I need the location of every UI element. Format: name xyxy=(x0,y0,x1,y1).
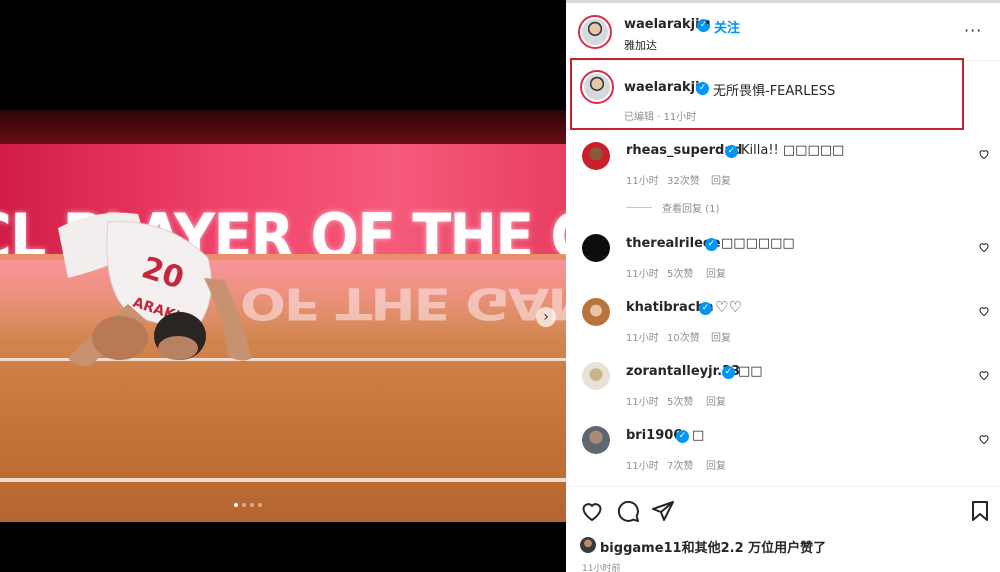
arena-stands xyxy=(0,110,566,144)
more-options-icon[interactable]: ··· xyxy=(964,21,982,40)
commenter-avatar[interactable] xyxy=(582,234,610,262)
view-replies-button[interactable]: 查看回复 (1) xyxy=(626,200,719,215)
comment-reply-button[interactable]: 回复 xyxy=(706,393,726,408)
verified-badge-icon: ✓ xyxy=(676,430,689,443)
caption-username[interactable]: waelarakji xyxy=(624,80,700,95)
comment-likes[interactable]: 10次赞 xyxy=(667,329,700,344)
comment-like-heart-icon[interactable] xyxy=(978,433,990,445)
comment-reply-button[interactable]: 回复 xyxy=(711,329,731,344)
commenter-avatar[interactable] xyxy=(582,426,610,454)
player-figure: 20 ARAKJI xyxy=(58,212,252,367)
caption-text: 无所畏惧-FEARLESS xyxy=(713,84,836,99)
post-photo[interactable]: CL PLAYER OF THE GAME OF THE GAME 20 ARA… xyxy=(0,110,566,522)
follow-button[interactable]: 关注 xyxy=(714,17,740,36)
comment-like-heart-icon[interactable] xyxy=(978,369,990,381)
comment-like-heart-icon[interactable] xyxy=(978,305,990,317)
comment-text: ♡♡ xyxy=(715,298,742,316)
view-replies-label: 查看回复 (1) xyxy=(662,204,720,215)
comment-likes[interactable]: 5次赞 xyxy=(667,393,693,408)
caption-highlight: waelarakji ✓ 无所畏惧-FEARLESS 已编辑 · 11小时 xyxy=(570,58,964,130)
commenter-avatar[interactable] xyxy=(582,142,610,170)
comment-username[interactable]: bri1906 xyxy=(626,428,682,443)
comment-time: 11小时 xyxy=(626,176,659,187)
author-avatar[interactable] xyxy=(578,15,612,49)
verified-badge-icon: ✓ xyxy=(722,366,735,379)
commenter-avatar[interactable] xyxy=(582,298,610,326)
comment-time: 11小时 xyxy=(626,269,659,280)
post-side-panel: waelarakji ✓ • 关注 雅加达 ··· waelarakji ✓ 无… xyxy=(566,0,1000,572)
likes-summary[interactable]: biggame11和其他2.2 万位用户赞了 xyxy=(580,537,827,556)
comment-time: 11小时 xyxy=(626,333,659,344)
comment-time: 11小时 xyxy=(626,397,659,408)
carousel-dot xyxy=(234,503,238,507)
reflection-text: OF THE GAME xyxy=(240,278,566,329)
comment-time: 11小时 xyxy=(626,461,659,472)
share-send-icon[interactable] xyxy=(651,499,675,523)
comment-bubble-icon[interactable] xyxy=(616,499,640,523)
commenter-avatar[interactable] xyxy=(582,362,610,390)
post-location[interactable]: 雅加达 xyxy=(624,37,657,53)
comment-likes[interactable]: 7次赞 xyxy=(667,457,693,472)
post-header: waelarakji ✓ • 关注 雅加达 ··· xyxy=(566,3,1000,61)
verified-badge-icon: ✓ xyxy=(699,302,712,315)
verified-badge-icon: ✓ xyxy=(696,82,709,95)
liker-avatar xyxy=(580,537,596,553)
comment-reply-button[interactable]: 回复 xyxy=(706,265,726,280)
caption-meta: 已编辑 · 11小时 xyxy=(624,112,697,123)
comment-reply-button[interactable]: 回复 xyxy=(711,172,731,187)
verified-badge-icon: ✓ xyxy=(725,145,738,158)
comment-reply-button[interactable]: 回复 xyxy=(706,457,726,472)
comment-likes[interactable]: 32次赞 xyxy=(667,172,700,187)
carousel-dot xyxy=(250,503,254,507)
save-bookmark-icon[interactable] xyxy=(968,499,992,523)
post-media: CL PLAYER OF THE GAME OF THE GAME 20 ARA… xyxy=(0,0,566,572)
comment-like-heart-icon[interactable] xyxy=(978,148,990,160)
like-heart-icon[interactable] xyxy=(580,499,604,523)
carousel-indicator xyxy=(234,503,262,507)
author-username[interactable]: waelarakji xyxy=(624,17,700,32)
comment-likes[interactable]: 5次赞 xyxy=(667,265,693,280)
comment-text: □ xyxy=(692,428,705,443)
comment-text: □□□□□□ xyxy=(721,236,795,251)
carousel-dot xyxy=(258,503,262,507)
post-actions-bar: biggame11和其他2.2 万位用户赞了 11小时前 xyxy=(566,486,1000,572)
likes-text: biggame11和其他2.2 万位用户赞了 xyxy=(600,541,827,556)
carousel-dot xyxy=(242,503,246,507)
header-separator: • xyxy=(704,16,712,31)
post-timestamp[interactable]: 11小时前 xyxy=(582,561,620,572)
verified-badge-icon: ✓ xyxy=(705,238,718,251)
next-image-button[interactable]: › xyxy=(536,307,556,327)
comment-like-heart-icon[interactable] xyxy=(978,241,990,253)
court-line xyxy=(0,478,566,482)
comment-text: Killa!! □□□□□ xyxy=(741,143,845,158)
comment-text: □□ xyxy=(738,364,763,379)
caption-avatar[interactable] xyxy=(580,70,614,104)
